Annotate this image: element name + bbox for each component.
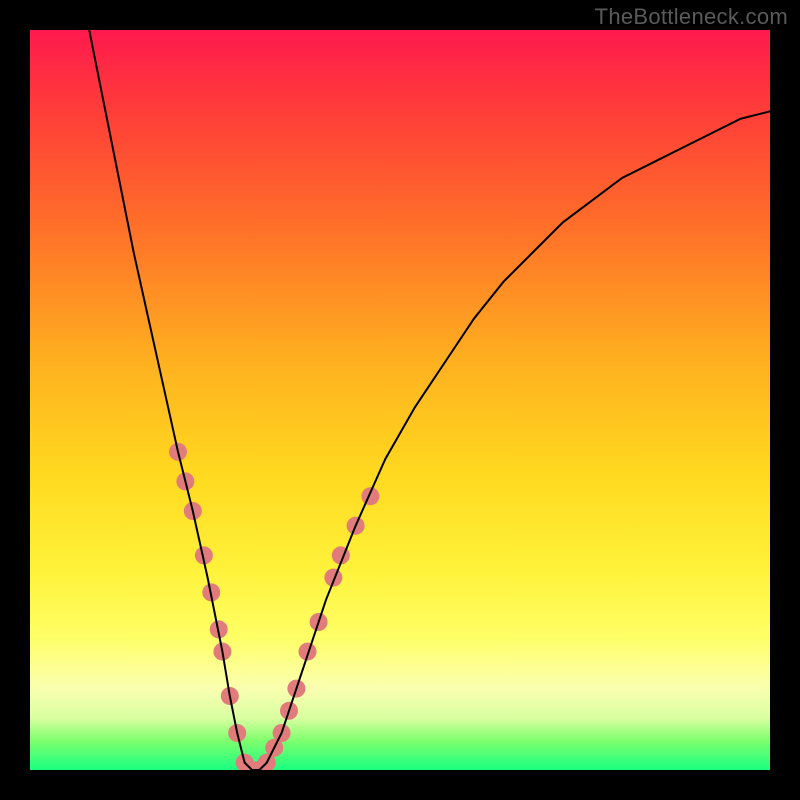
watermark-text: TheBottleneck.com — [595, 4, 788, 30]
highlight-dot — [361, 487, 379, 505]
chart-svg — [30, 30, 770, 770]
bottleneck-curve — [89, 30, 770, 770]
marker-dots-group — [169, 443, 379, 770]
plot-area — [30, 30, 770, 770]
chart-frame: TheBottleneck.com — [0, 0, 800, 800]
